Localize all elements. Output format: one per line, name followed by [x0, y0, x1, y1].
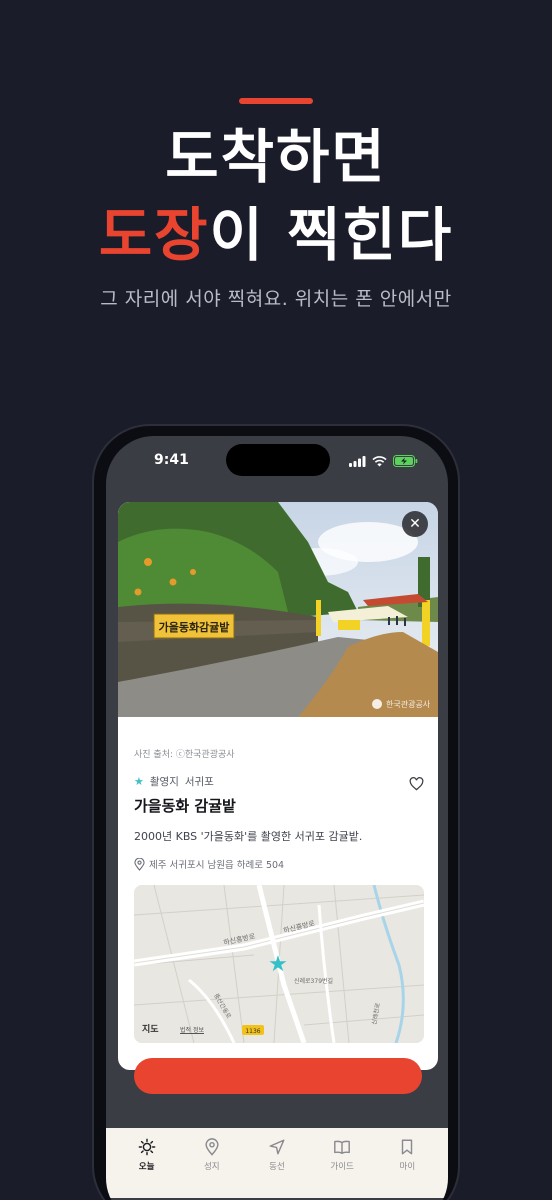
hero-title: 도착하면 도장이 찍힌다	[0, 118, 552, 274]
dynamic-island	[226, 444, 330, 476]
spot-tags: ★ 촬영지 서귀포	[134, 774, 214, 789]
tab-label: 오늘	[138, 1162, 155, 1172]
hero-subtitle: 그 자리에 서야 찍혀요. 위치는 폰 안에서만	[100, 288, 452, 310]
tab-bar: 오늘 성지 동선 가이드 마이	[106, 1128, 448, 1198]
map-road-label: 신례로379번길	[294, 977, 333, 985]
spot-address: 제주 서귀포시 남원읍 하례로 504	[134, 857, 284, 871]
navigation-arrow-icon	[269, 1139, 285, 1155]
photo-sign-text: 가을동화감귤밭	[159, 620, 230, 634]
spot-photo: 가을동화감귤밭 한국관광공사	[118, 502, 438, 717]
hero-title-line1: 도착하면	[165, 123, 387, 191]
map-logo-text: 지도	[142, 1025, 159, 1035]
signal-icon	[349, 455, 366, 467]
primary-action-button[interactable]	[134, 1058, 422, 1094]
wifi-icon	[372, 455, 387, 466]
star-icon: ★	[134, 775, 144, 788]
accent-bar	[239, 98, 313, 104]
status-icons	[349, 455, 418, 467]
map-legal-link[interactable]: 법적 정보	[180, 1025, 204, 1034]
favorite-button[interactable]	[409, 776, 424, 795]
hero-title-accent: 도장	[98, 201, 210, 269]
map-pin-icon	[205, 1138, 219, 1156]
close-button[interactable]: ✕	[402, 511, 428, 537]
map-logo: 지도	[142, 1022, 159, 1035]
location-pin-icon	[134, 857, 145, 871]
close-icon: ✕	[409, 516, 421, 532]
sun-icon	[138, 1138, 155, 1156]
tab-label: 가이드	[330, 1162, 354, 1172]
tab-label: 동선	[269, 1162, 285, 1172]
location-map[interactable]: 하신흥방로 하신흥방로 신례로379번길 중산간동로 신례천로 1136 ★ 지…	[134, 885, 424, 1043]
spot-title: 가을동화 감귤밭	[134, 797, 236, 815]
phone-screen: 9:41 가을동화감귤밭 한국관광공사 ✕ 사진 출처: ⓒ한국관광공사 ★ 촬…	[106, 436, 448, 1200]
photo-credit: 사진 출처: ⓒ한국관광공사	[134, 750, 235, 760]
book-icon	[334, 1140, 351, 1155]
tab-today[interactable]: 오늘	[116, 1128, 178, 1198]
spot-card: 가을동화감귤밭 한국관광공사 ✕ 사진 출처: ⓒ한국관광공사 ★ 촬영지 서귀…	[118, 502, 438, 1070]
hero-title-line2: 도장이 찍힌다	[0, 196, 552, 274]
spot-description: 2000년 KBS '가을동화'를 촬영한 서귀포 감귤밭.	[134, 830, 363, 843]
tab-label: 마이	[399, 1162, 416, 1172]
heart-icon	[409, 777, 424, 791]
tab-route[interactable]: 동선	[246, 1128, 308, 1198]
battery-charging-icon	[393, 455, 418, 467]
tag-type: 촬영지	[149, 776, 179, 788]
photo-watermark: 한국관광공사	[386, 699, 431, 709]
phone-frame: 9:41 가을동화감귤밭 한국관광공사 ✕ 사진 출처: ⓒ한국관광공사 ★ 촬…	[92, 424, 460, 1200]
spot-marker-icon: ★	[268, 952, 288, 977]
tag-region: 서귀포	[184, 776, 214, 788]
tab-my[interactable]: 마이	[376, 1128, 438, 1198]
tab-holy-sites[interactable]: 성지	[181, 1128, 243, 1198]
status-time: 9:41	[154, 452, 189, 468]
tab-label: 성지	[203, 1162, 220, 1172]
hero-title-rest: 이 찍힌다	[209, 201, 454, 269]
tab-guide[interactable]: 가이드	[311, 1128, 373, 1198]
map-route-badge: 1136	[245, 1028, 260, 1035]
bookmark-icon	[402, 1139, 413, 1155]
address-text: 제주 서귀포시 남원읍 하례로 504	[149, 860, 285, 871]
